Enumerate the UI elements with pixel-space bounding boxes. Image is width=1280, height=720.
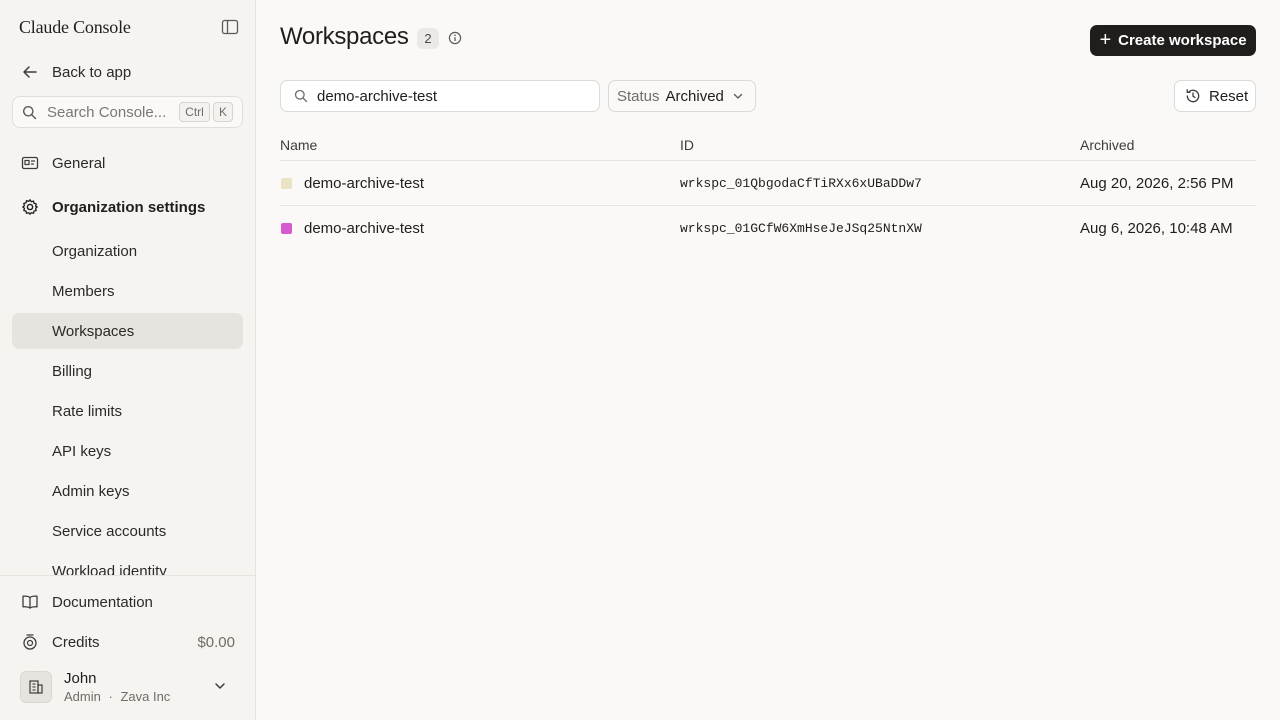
user-menu[interactable]: John Admin · Zava Inc	[12, 663, 243, 711]
sidebar-footer: Documentation Credits $0.00 John Admin ·…	[0, 575, 255, 720]
workspace-archived-date: Aug 20, 2026, 2:56 PM	[1080, 175, 1234, 192]
sidebar-item-label: Documentation	[52, 593, 153, 611]
sidebar-item-label: Organization	[52, 242, 138, 260]
sidebar-item-workspaces[interactable]: Workspaces	[12, 313, 243, 349]
sidebar-item-label: Credits	[52, 633, 100, 651]
chevron-down-icon	[733, 93, 743, 99]
sidebar-item-label: Organization settings	[52, 198, 206, 216]
sidebar-item-label: Rate limits	[52, 402, 123, 420]
workspace-color-swatch	[281, 178, 292, 189]
column-header-name[interactable]: Name	[280, 137, 317, 153]
user-role: Admin	[64, 689, 101, 704]
plus-icon: +	[1099, 28, 1112, 51]
user-info: John Admin · Zava Inc	[64, 669, 170, 705]
brand-title: Claude Console	[19, 17, 131, 37]
sidebar-item-members[interactable]: Members	[12, 273, 243, 309]
sidebar-item-label: Admin keys	[52, 482, 130, 500]
column-header-archived[interactable]: Archived	[1080, 137, 1134, 153]
sidebar-item-rate-limits[interactable]: Rate limits	[12, 393, 243, 429]
book-icon	[22, 595, 38, 609]
user-name: John	[64, 670, 97, 687]
sidebar-item-admin-keys[interactable]: Admin keys	[12, 473, 243, 509]
column-header-id[interactable]: ID	[680, 137, 694, 153]
back-to-app-link[interactable]: Back to app	[12, 56, 242, 88]
info-icon[interactable]	[448, 31, 462, 45]
sidebar-panel-icon[interactable]	[221, 18, 239, 36]
table-header: Name ID Archived	[280, 128, 1256, 161]
sidebar-item-label: API keys	[52, 442, 112, 460]
workspace-id: wrkspc_01QbgodaCfTiRXx6xUBaDDw7	[680, 176, 922, 191]
credits-balance: $0.00	[197, 633, 235, 651]
workspace-search-input[interactable]	[317, 87, 587, 105]
create-workspace-button[interactable]: + Create workspace	[1090, 25, 1256, 56]
sidebar-item-credits[interactable]: Credits $0.00	[12, 624, 243, 660]
create-workspace-label: Create workspace	[1118, 32, 1247, 49]
gear-icon	[22, 199, 38, 215]
table-row[interactable]: demo-archive-test wrkspc_01QbgodaCfTiRXx…	[280, 161, 1256, 206]
back-to-app-label: Back to app	[52, 63, 132, 81]
reset-filters-button[interactable]: Reset	[1174, 80, 1256, 112]
sidebar-item-workload-identity[interactable]: Workload identity	[12, 553, 243, 577]
sidebar-item-billing[interactable]: Billing	[12, 353, 243, 389]
workspaces-table: Name ID Archived demo-archive-test wrksp…	[280, 128, 1256, 251]
sidebar-item-api-keys[interactable]: API keys	[12, 433, 243, 469]
sidebar-item-general[interactable]: General	[12, 145, 243, 181]
sidebar-item-documentation[interactable]: Documentation	[12, 584, 243, 620]
workspace-id: wrkspc_01GCfW6XmHseJeJSq25NtnXW	[680, 221, 922, 236]
search-icon	[23, 105, 37, 119]
brand-row: Claude Console	[19, 14, 241, 40]
sidebar-item-label: General	[52, 154, 106, 172]
user-separator: ·	[108, 689, 113, 704]
sidebar-item-organization-settings[interactable]: Organization settings	[12, 189, 243, 225]
workspace-search[interactable]	[280, 80, 600, 112]
page-title: Workspaces	[280, 23, 409, 50]
kbd-k: K	[213, 102, 233, 122]
workspace-color-swatch	[281, 223, 292, 234]
table-row[interactable]: demo-archive-test wrkspc_01GCfW6XmHseJeJ…	[280, 206, 1256, 251]
status-filter-key: Status	[617, 87, 660, 105]
workspace-name[interactable]: demo-archive-test	[304, 220, 424, 237]
sidebar-nav[interactable]: General Organization settings Organizati…	[0, 140, 255, 576]
status-filter-select[interactable]: Status Archived	[608, 80, 756, 112]
workspace-name[interactable]: demo-archive-test	[304, 175, 424, 192]
sidebar-item-label: Service accounts	[52, 522, 167, 540]
sidebar-item-label: Members	[52, 282, 115, 300]
arrow-left-icon	[23, 66, 37, 78]
workspace-archived-date: Aug 6, 2026, 10:48 AM	[1080, 220, 1233, 237]
workspace-count-badge: 2	[417, 28, 439, 49]
coin-icon	[23, 634, 37, 650]
user-org: Zava Inc	[120, 689, 171, 704]
main-content: Workspaces 2 + Create workspace Status A…	[256, 0, 1280, 720]
search-icon	[294, 89, 308, 103]
status-filter-value: Archived	[665, 87, 724, 105]
avatar	[20, 671, 52, 703]
sidebar-item-label: Workload identity	[52, 562, 167, 577]
history-icon	[1186, 89, 1200, 103]
console-search-input[interactable]	[47, 103, 175, 121]
chevron-down-icon	[215, 683, 225, 689]
sidebar: Claude Console Back to app Ctrl K Ge	[0, 0, 256, 720]
kbd-ctrl: Ctrl	[179, 102, 210, 122]
sidebar-item-organization[interactable]: Organization	[12, 233, 243, 269]
console-search[interactable]: Ctrl K	[12, 96, 243, 128]
sidebar-item-label: Workspaces	[52, 322, 135, 340]
user-role-org: Admin · Zava Inc	[64, 688, 170, 705]
reset-label: Reset	[1209, 87, 1249, 105]
sidebar-item-service-accounts[interactable]: Service accounts	[12, 513, 243, 549]
id-card-icon	[21, 156, 39, 170]
building-icon	[29, 680, 43, 694]
sidebar-item-label: Billing	[52, 362, 93, 380]
